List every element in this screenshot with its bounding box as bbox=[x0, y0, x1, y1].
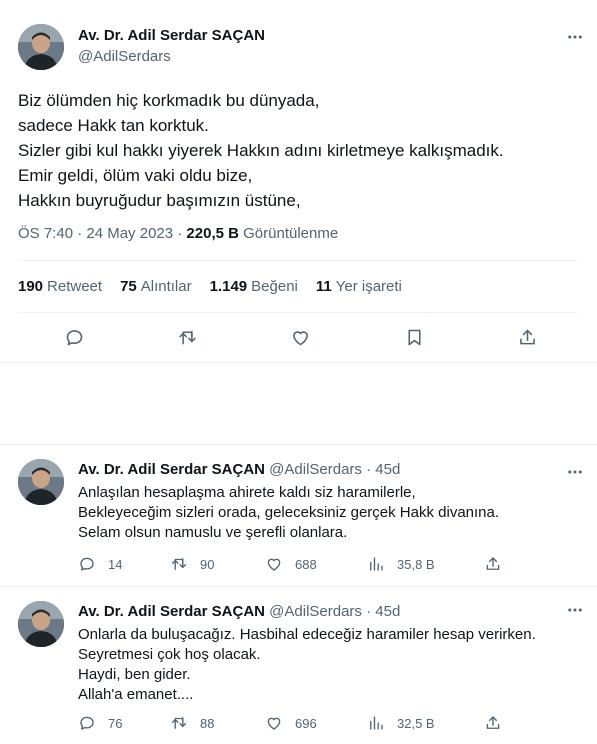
more-horizontal-icon[interactable] bbox=[565, 600, 585, 620]
spacer bbox=[0, 363, 597, 443]
tweet-text: Biz ölümden hiç korkmadık bu dünyada, sa… bbox=[18, 88, 588, 213]
avatar[interactable] bbox=[18, 601, 64, 647]
tweet-line: Biz ölümden hiç korkmadık bu dünyada, bbox=[18, 91, 320, 110]
bookmark-label: Yer işareti bbox=[335, 278, 402, 295]
reply-header: Av. Dr. Adil Serdar SAÇAN @AdilSerdars ·… bbox=[78, 461, 400, 478]
retweet-label: Retweet bbox=[47, 278, 103, 295]
tweet-line: Hakkın buyruğudur başımızın üstüne, bbox=[18, 191, 301, 210]
share-button[interactable] bbox=[484, 555, 514, 573]
views-chart-icon bbox=[370, 716, 383, 730]
tweet-line: Sizler gibi kul hakkı yiyerek Hakkın adı… bbox=[18, 141, 504, 160]
retweet-count: 88 bbox=[200, 715, 215, 731]
share-icon bbox=[486, 716, 500, 729]
reply-count: 76 bbox=[108, 715, 123, 731]
bookmark-stat[interactable]: 11 Yer işareti bbox=[316, 278, 402, 295]
reply-line: Selam olsun namuslu ve şerefli olanlara. bbox=[78, 524, 348, 541]
reply-line: Allah'a emanet.... bbox=[78, 686, 194, 703]
reply-header: Av. Dr. Adil Serdar SAÇAN @AdilSerdars ·… bbox=[78, 603, 400, 620]
like-icon bbox=[267, 558, 281, 571]
bookmark-count: 11 bbox=[315, 278, 332, 295]
avatar-photo-icon bbox=[18, 459, 64, 505]
avatar[interactable] bbox=[18, 24, 64, 70]
share-icon[interactable] bbox=[510, 320, 544, 354]
views-chart-icon bbox=[370, 557, 383, 571]
reply-line: Haydi, ben gider. bbox=[78, 666, 191, 683]
quote-stat[interactable]: 75 Alıntılar bbox=[120, 278, 192, 295]
avatar[interactable] bbox=[18, 459, 64, 505]
like-button[interactable]: 696 bbox=[265, 714, 317, 732]
quote-label: Alıntılar bbox=[140, 278, 192, 295]
author-handle-time[interactable]: @AdilSerdars · 45d bbox=[265, 603, 400, 620]
retweet-icon bbox=[171, 717, 187, 729]
reply-icon[interactable] bbox=[57, 320, 91, 354]
divider bbox=[18, 260, 578, 261]
retweet-stat[interactable]: 190 Retweet bbox=[18, 278, 102, 295]
reply-line: Seyretmesi çok hoş olacak. bbox=[78, 646, 261, 663]
reply-text: Onlarla da buluşacağız. Hasbihal edeceği… bbox=[78, 625, 536, 705]
reply-button[interactable]: 76 bbox=[78, 714, 122, 732]
reply-tweet[interactable]: Av. Dr. Adil Serdar SAÇAN @AdilSerdars ·… bbox=[0, 444, 597, 586]
reply-line: Anlaşılan hesaplaşma ahirete kaldı siz h… bbox=[78, 484, 416, 501]
retweet-count: 90 bbox=[200, 556, 215, 572]
tweet-line: sadece Hakk tan korktuk. bbox=[18, 116, 209, 135]
retweet-icon bbox=[171, 558, 187, 570]
reply-line: Bekleyeceğim sizleri orada, geleceksiniz… bbox=[78, 504, 500, 521]
tweet-stats: 190 Retweet 75 Alıntılar 1.149 Beğeni 11 Yer… bbox=[18, 278, 402, 295]
reply-icon bbox=[80, 716, 94, 730]
views-button[interactable]: 35,8 B bbox=[367, 555, 435, 573]
like-stat[interactable]: 1.149 Beğeni bbox=[210, 278, 298, 295]
bookmark-icon[interactable] bbox=[397, 320, 431, 354]
like-count: 1.149 bbox=[209, 278, 248, 295]
share-icon bbox=[486, 557, 500, 570]
reply-button[interactable]: 14 bbox=[78, 555, 122, 573]
reply-tweet[interactable]: Av. Dr. Adil Serdar SAÇAN @AdilSerdars ·… bbox=[0, 586, 597, 744]
tweet-actions bbox=[0, 320, 597, 356]
share-button[interactable] bbox=[484, 714, 514, 732]
like-count: 688 bbox=[295, 556, 317, 572]
reply-icon bbox=[80, 557, 94, 571]
reply-text: Anlaşılan hesaplaşma ahirete kaldı siz h… bbox=[78, 483, 499, 543]
retweet-button[interactable]: 90 bbox=[170, 555, 214, 573]
tweet-time[interactable]: ÖS 7:40 · 24 May 2023 · bbox=[18, 225, 186, 242]
like-icon[interactable] bbox=[283, 320, 317, 354]
tweet-meta: ÖS 7:40 · 24 May 2023 · 220,5 B Görüntül… bbox=[18, 225, 338, 242]
quote-count: 75 bbox=[120, 278, 137, 295]
like-button[interactable]: 688 bbox=[265, 555, 317, 573]
like-label: Beğeni bbox=[251, 278, 298, 295]
reply-line: Onlarla da buluşacağız. Hasbihal edeceği… bbox=[78, 626, 536, 643]
views-count: 32,5 B bbox=[397, 715, 435, 731]
views-label: Görüntülenme bbox=[238, 225, 339, 242]
author-name[interactable]: Av. Dr. Adil Serdar SAÇAN bbox=[78, 461, 265, 478]
retweet-count: 190 bbox=[18, 278, 44, 295]
like-icon bbox=[267, 717, 281, 730]
views-button[interactable]: 32,5 B bbox=[367, 714, 435, 732]
author-name[interactable]: Av. Dr. Adil Serdar SAÇAN bbox=[78, 603, 265, 620]
main-tweet: Av. Dr. Adil Serdar SAÇAN @AdilSerdars B… bbox=[0, 0, 597, 363]
author-handle-time[interactable]: @AdilSerdars · 45d bbox=[265, 461, 400, 478]
views-count: 35,8 B bbox=[397, 556, 435, 572]
retweet-button[interactable]: 88 bbox=[170, 714, 214, 732]
tweet-line: Emir geldi, ölüm vaki oldu bize, bbox=[18, 166, 253, 185]
retweet-icon[interactable] bbox=[170, 320, 204, 354]
divider bbox=[18, 312, 578, 313]
avatar-photo-icon bbox=[18, 24, 64, 70]
author-name[interactable]: Av. Dr. Adil Serdar SAÇAN bbox=[78, 27, 265, 44]
like-count: 696 bbox=[295, 715, 317, 731]
more-horizontal-icon[interactable] bbox=[565, 27, 585, 47]
reply-count: 14 bbox=[108, 556, 123, 572]
author-handle[interactable]: @AdilSerdars bbox=[78, 48, 171, 65]
more-horizontal-icon[interactable] bbox=[565, 462, 585, 482]
avatar-photo-icon bbox=[18, 601, 64, 647]
views-count: 220,5 B bbox=[186, 225, 239, 242]
